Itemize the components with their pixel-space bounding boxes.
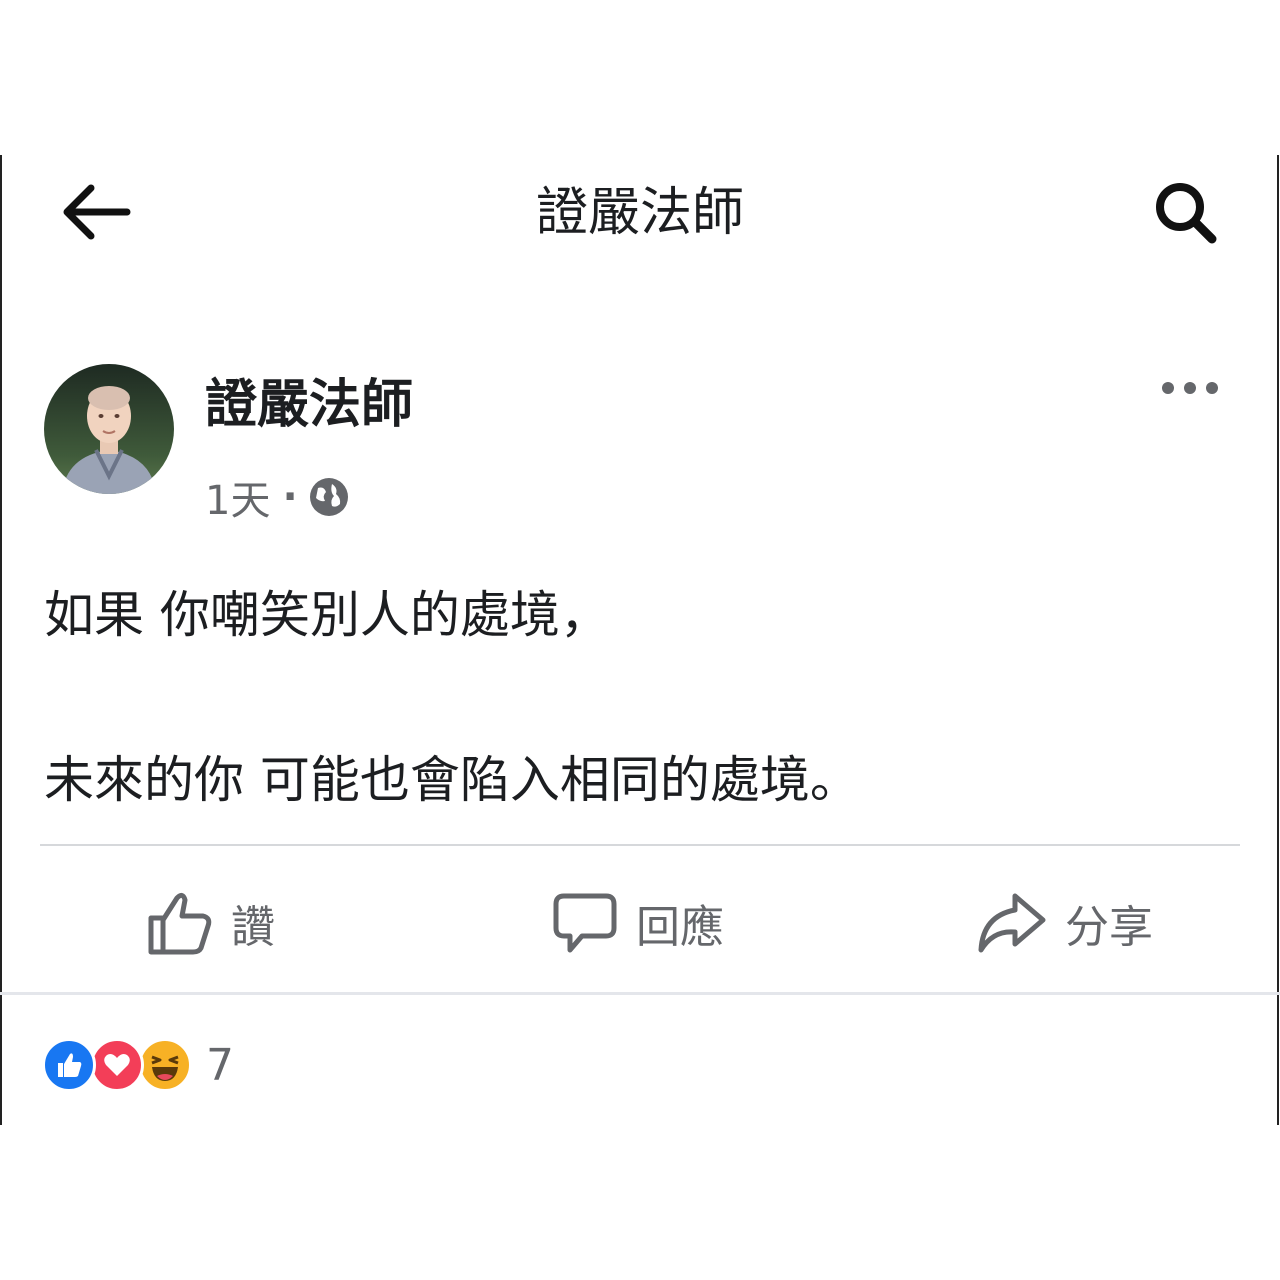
more-horizontal-icon <box>1162 382 1218 394</box>
thumbs-up-icon <box>148 892 212 954</box>
share-button[interactable]: 分享 <box>975 880 1153 965</box>
haha-reaction-icon <box>138 1038 192 1092</box>
post-text-line: 未來的你 可能也會陷入相同的處境。 <box>44 751 860 809</box>
page-title: 證嚴法師 <box>535 183 744 243</box>
avatar-photo <box>44 364 174 494</box>
post-text: 如果 你嘲笑別人的處境， 未來的你 可能也會陷入相同的處境。 <box>44 580 1234 815</box>
frame-border-left <box>0 155 2 1125</box>
post-text-line: 如果 你嘲笑別人的處境， <box>44 586 610 644</box>
like-label: 讚 <box>231 901 275 953</box>
comment-icon <box>553 893 617 952</box>
comment-button[interactable]: 回應 <box>550 880 724 965</box>
share-arrow-icon <box>978 893 1046 952</box>
frame-border-right <box>1277 155 1279 1125</box>
divider <box>40 844 1240 846</box>
share-label: 分享 <box>1065 901 1153 953</box>
meta-separator: · <box>282 474 298 520</box>
search-button[interactable] <box>1145 177 1225 247</box>
more-options-button[interactable] <box>1150 368 1230 408</box>
reaction-count: 7 <box>206 1039 234 1091</box>
post-header: 證嚴法師 1天 · <box>0 360 1280 530</box>
section-divider <box>0 992 1280 995</box>
search-icon <box>1156 183 1217 244</box>
like-button[interactable]: 讚 <box>145 880 275 965</box>
author-name[interactable]: 證嚴法師 <box>205 374 413 436</box>
post-meta: 1天 · <box>205 472 350 524</box>
post-actions: 讚 回應 分享 <box>0 870 1280 975</box>
comment-label: 回應 <box>636 901 724 953</box>
app-header: 證嚴法師 <box>0 155 1280 275</box>
reactions-summary[interactable]: 7 <box>42 1035 234 1095</box>
globe-icon <box>309 478 348 516</box>
love-reaction-icon <box>90 1038 144 1092</box>
like-reaction-icon <box>42 1038 96 1092</box>
post-time[interactable]: 1天 <box>205 468 270 526</box>
avatar[interactable] <box>44 364 174 494</box>
